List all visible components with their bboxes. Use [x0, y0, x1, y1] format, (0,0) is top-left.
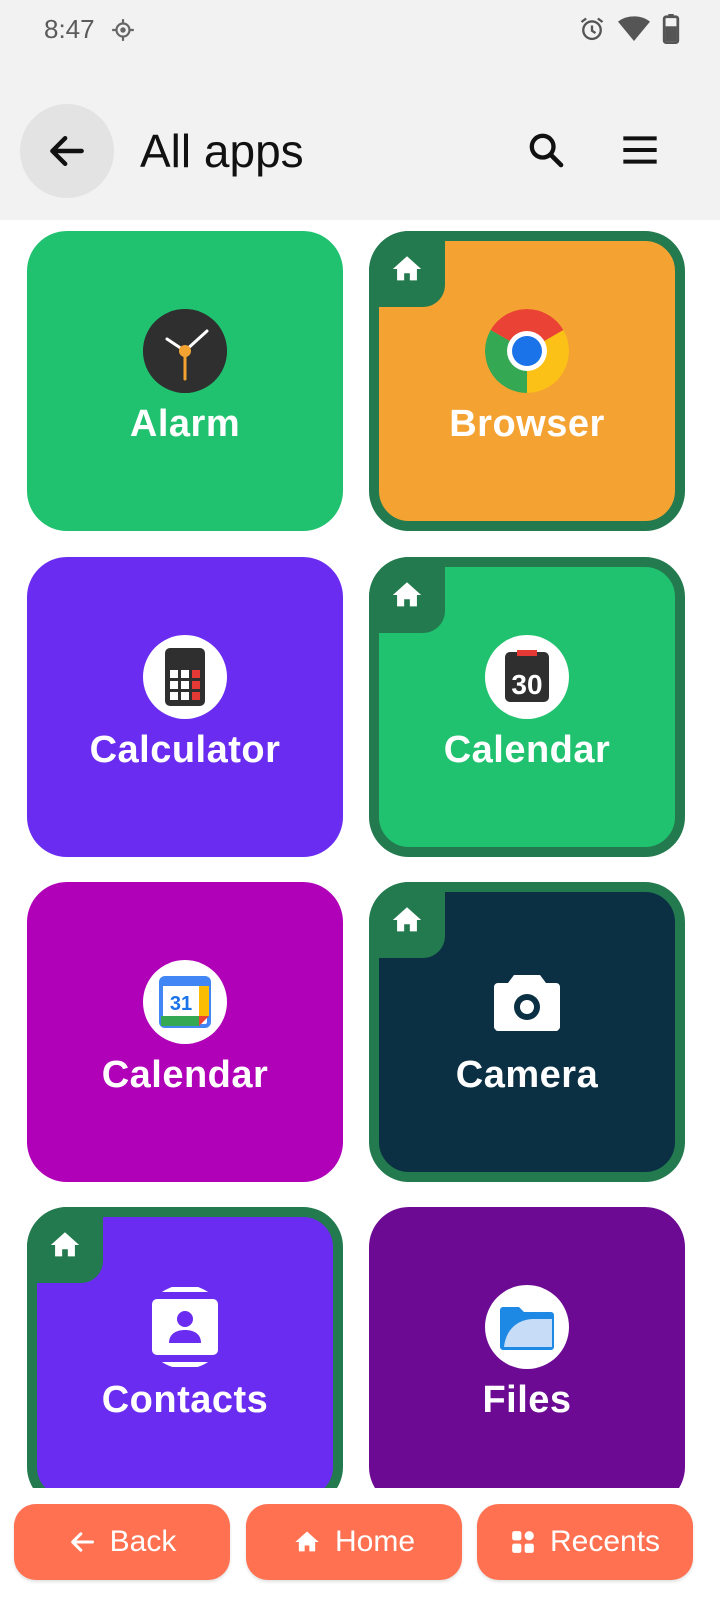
app-tile-browser[interactable]: Browser — [369, 231, 685, 531]
nav-recents-label: Recents — [549, 1525, 661, 1558]
app-tile-calculator[interactable]: Calculator — [27, 557, 343, 857]
app-label: Browser — [449, 403, 605, 445]
app-tile-camera[interactable]: Camera — [369, 882, 685, 1182]
nav-home-button[interactable]: Home — [246, 1504, 462, 1580]
app-label: Alarm — [129, 403, 241, 445]
camera-icon — [485, 960, 569, 1044]
app-label: Calendar — [101, 1054, 269, 1096]
home-icon — [392, 256, 422, 281]
pinned-home-badge — [369, 231, 445, 307]
contacts-icon — [143, 1285, 227, 1369]
app-tile-calendar[interactable]: 30 Calendar — [369, 557, 685, 857]
home-icon — [295, 1531, 319, 1552]
location-icon — [112, 19, 134, 41]
google-calendar-31-icon: 31 — [143, 960, 227, 1044]
nav-home-label: Home — [334, 1525, 416, 1558]
app-label: Calendar — [443, 729, 611, 771]
app-label: Files — [482, 1379, 572, 1421]
menu-button[interactable] — [616, 126, 664, 174]
app-label: Camera — [455, 1054, 599, 1096]
app-tile-contacts[interactable]: Contacts — [27, 1207, 343, 1488]
hamburger-menu-icon — [623, 136, 657, 164]
recents-grid-icon — [512, 1531, 534, 1553]
alarm-status-icon — [580, 17, 604, 41]
calculator-icon — [143, 635, 227, 719]
status-time: 8:47 — [44, 14, 95, 44]
battery-icon — [662, 14, 680, 44]
calendar-day: 30 — [511, 669, 542, 700]
calendar-30-icon: 30 — [485, 635, 569, 719]
search-button[interactable] — [522, 126, 570, 174]
nav-back-label: Back — [109, 1525, 177, 1558]
gcal-day: 31 — [170, 993, 192, 1015]
app-tile-files[interactable]: Files — [369, 1207, 685, 1488]
pinned-home-badge — [27, 1207, 103, 1283]
app-tile-alarm[interactable]: Alarm — [27, 231, 343, 531]
home-icon — [392, 907, 422, 932]
chrome-icon — [485, 309, 569, 393]
app-tile-google-calendar[interactable]: 31 Calendar — [27, 882, 343, 1182]
status-icons — [578, 14, 680, 44]
arrow-left-icon — [70, 1532, 94, 1552]
page-title: All apps — [140, 125, 304, 177]
home-icon — [392, 582, 422, 607]
clock-icon — [143, 309, 227, 393]
app-label: Calculator — [89, 729, 281, 771]
wifi-icon — [618, 16, 650, 41]
app-grid: Alarm Browser Calculator 30 Calendar 31 … — [0, 220, 720, 1488]
nav-back-button[interactable]: Back — [14, 1504, 230, 1580]
nav-recents-button[interactable]: Recents — [477, 1504, 693, 1580]
home-icon — [50, 1232, 80, 1257]
arrow-left-icon — [50, 135, 84, 167]
app-bar: All apps — [0, 60, 720, 220]
status-bar: 8:47 — [0, 0, 720, 60]
bottom-nav: Back Home Recents — [0, 1488, 720, 1600]
search-icon — [529, 133, 564, 168]
pinned-home-badge — [369, 882, 445, 958]
app-label: Contacts — [101, 1379, 269, 1421]
back-button[interactable] — [20, 104, 114, 198]
files-icon — [485, 1285, 569, 1369]
pinned-home-badge — [369, 557, 445, 633]
